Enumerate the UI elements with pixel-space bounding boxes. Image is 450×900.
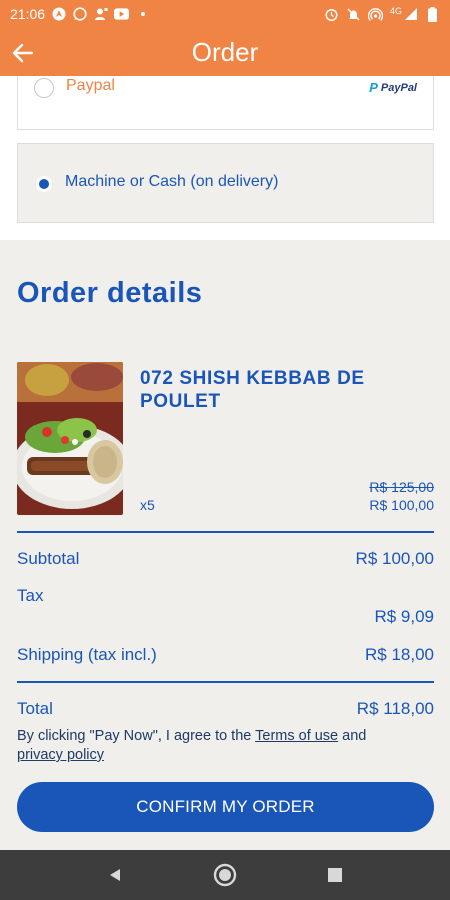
contact-icon [93, 7, 108, 22]
tax-value: R$ 9,09 [374, 607, 434, 626]
back-button[interactable] [10, 40, 36, 66]
paypal-label: Paypal [66, 77, 115, 94]
shipping-label: Shipping (tax incl.) [17, 645, 157, 664]
item-old-price: R$ 125,00 [369, 479, 434, 495]
tax-label: Tax [17, 586, 44, 605]
paypal-p-icon: P [369, 80, 378, 95]
total-value: R$ 118,00 [356, 699, 434, 718]
machine-cash-radio[interactable] [36, 176, 52, 192]
total-label: Total [17, 699, 53, 718]
triangle-back-icon [110, 869, 120, 881]
page-title: Order [191, 36, 259, 67]
network-type-label: 4G [389, 6, 402, 16]
nav-home-button[interactable] [205, 855, 245, 895]
payment-option-machine-cash[interactable]: Machine or Cash (on delivery) [17, 143, 434, 223]
youtube-icon [114, 7, 130, 22]
shipping-value: R$ 18,00 [365, 645, 434, 664]
status-time: 21:06 [10, 6, 46, 22]
divider [17, 531, 434, 533]
order-details-section: Order details 072 SHISH KEBBAB DE POULET… [0, 240, 450, 850]
item-image [17, 362, 123, 515]
battery-icon [425, 6, 440, 22]
scroll-content[interactable]: Paypal P PayPal Machine or Cash (on deli… [0, 76, 450, 850]
terms-text: By clicking "Pay Now", I agree to the Te… [17, 727, 437, 765]
item-name: 072 SHISH KEBBAB DE POULET [140, 368, 365, 412]
system-nav-bar [0, 850, 450, 900]
subtotal-value: R$ 100,00 [355, 549, 434, 568]
mute-icon [346, 7, 361, 22]
paypal-logo: P PayPal [369, 80, 417, 95]
notification-dot-icon [135, 7, 150, 22]
app-bar: Order [0, 28, 450, 76]
paypal-radio[interactable] [34, 78, 54, 98]
status-bar: 21:06 4G [0, 0, 450, 28]
hotspot-icon [367, 7, 383, 22]
alarm-icon [324, 7, 339, 22]
paypal-logo-text: PayPal [380, 81, 417, 94]
payment-option-paypal[interactable]: Paypal P PayPal [17, 76, 434, 130]
item-price: R$ 100,00 [369, 497, 434, 513]
privacy-policy-link[interactable]: privacy policy [17, 747, 104, 763]
payment-methods: Paypal P PayPal Machine or Cash (on deli… [0, 76, 450, 240]
nav-back-button[interactable] [95, 855, 135, 895]
divider [17, 681, 434, 683]
arrow-left-icon [12, 43, 34, 63]
circle-home-icon [213, 863, 237, 887]
signal-icon [403, 7, 418, 22]
terms-of-use-link[interactable]: Terms of use [255, 728, 338, 744]
whatsapp-icon [72, 7, 87, 22]
square-recents-icon [328, 868, 342, 882]
item-quantity: x5 [140, 497, 155, 513]
terms-prefix: By clicking "Pay Now", I agree to the [17, 728, 256, 744]
nav-recents-button[interactable] [315, 855, 355, 895]
order-details-title: Order details [17, 277, 203, 309]
terms-middle: and [338, 728, 367, 744]
machine-cash-label: Machine or Cash (on delivery) [65, 173, 279, 190]
confirm-order-button[interactable]: CONFIRM MY ORDER [17, 782, 434, 832]
subtotal-label: Subtotal [17, 549, 80, 568]
navigation-icon [51, 7, 66, 22]
